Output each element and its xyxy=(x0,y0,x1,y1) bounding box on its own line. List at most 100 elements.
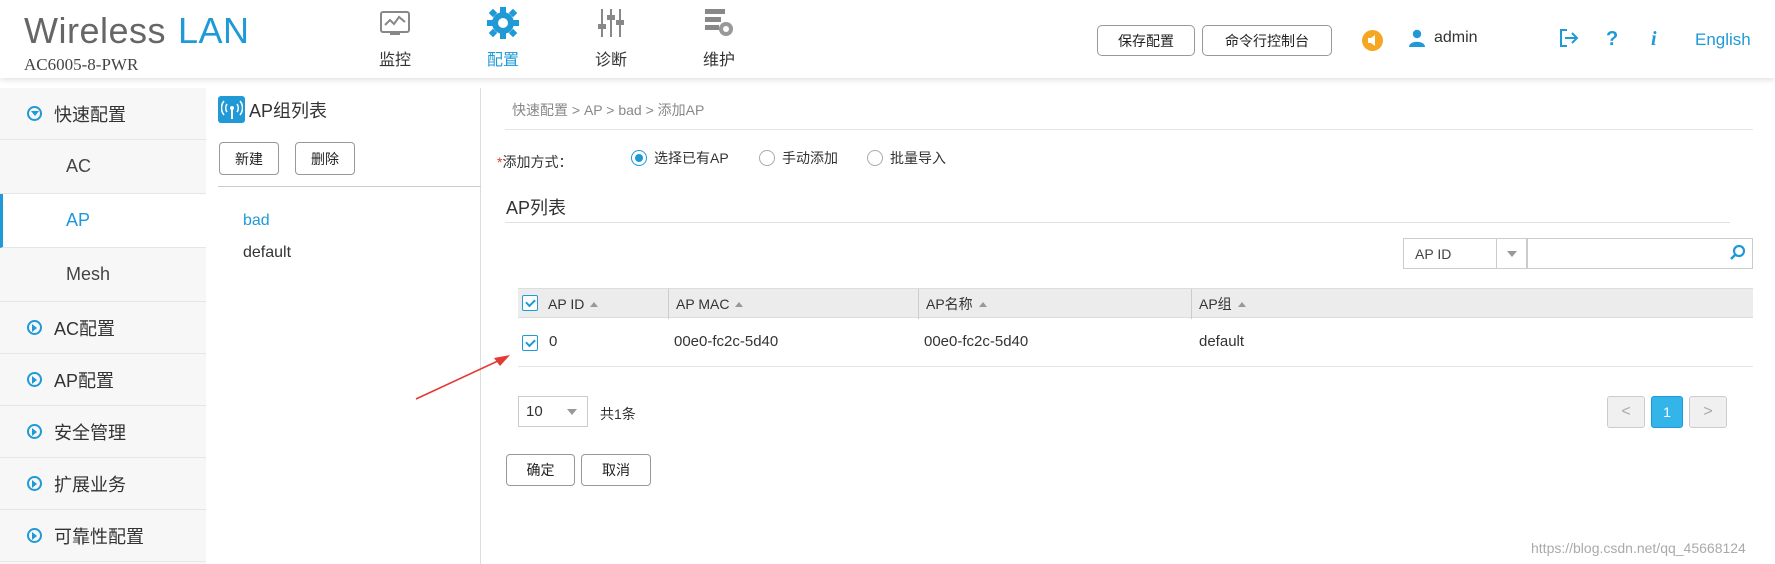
info-icon[interactable]: i xyxy=(1651,28,1657,51)
column-ap-id[interactable]: AP ID xyxy=(541,289,681,319)
sidebar-item-security[interactable]: 安全管理 xyxy=(0,406,206,458)
sidebar-item-extended[interactable]: 扩展业务 xyxy=(0,458,206,510)
search-input[interactable] xyxy=(1527,238,1753,269)
username: admin xyxy=(1434,29,1478,46)
nav-monitor-label: 监控 xyxy=(378,52,411,69)
sidebar-item-reliability[interactable]: 可靠性配置 xyxy=(0,510,206,562)
radio-label: 选择已有AP xyxy=(654,150,729,166)
logout-icon[interactable] xyxy=(1558,28,1580,54)
sidebar-item-label: 快速配置 xyxy=(54,104,126,125)
radio-dot xyxy=(759,150,775,166)
nav-monitor[interactable]: 监控 xyxy=(360,6,430,70)
ap-group-panel: AP组列表 新建 删除 bad default xyxy=(206,88,481,564)
sidebar-item-mesh[interactable]: Mesh xyxy=(0,248,206,302)
page-1-button[interactable]: 1 xyxy=(1651,396,1683,428)
cell-ap-id: 0 xyxy=(549,333,558,350)
save-config-button[interactable]: 保存配置 xyxy=(1097,25,1195,56)
sidebar-item-ap-config[interactable]: AP配置 xyxy=(0,354,206,406)
row-checkbox[interactable] xyxy=(522,335,538,351)
cell-ap-mac: 00e0-fc2c-5d40 xyxy=(674,333,779,350)
app-window: Wireless LAN AC6005-8-PWR 监控 配置 诊断 维护 保存配… xyxy=(0,0,1775,564)
sidebar-item-label: 安全管理 xyxy=(54,422,126,443)
sliders-icon xyxy=(598,9,624,37)
radio-label: 手动添加 xyxy=(782,150,838,166)
group-item-bad[interactable]: bad xyxy=(243,212,270,230)
radio-manual-add[interactable]: 手动添加 xyxy=(759,148,838,168)
sidebar-item-label: 可靠性配置 xyxy=(54,526,144,547)
new-group-button[interactable]: 新建 xyxy=(219,142,279,175)
nav-diagnose-label: 诊断 xyxy=(594,52,627,69)
cell-ap-name: 00e0-fc2c-5d40 xyxy=(924,333,1029,350)
page-size-select[interactable]: 10 xyxy=(518,396,588,427)
breadcrumb: 快速配置 > AP > bad > 添加AP xyxy=(512,102,705,118)
cli-console-button[interactable]: 命令行控制台 xyxy=(1202,25,1332,56)
column-ap-mac[interactable]: AP MAC xyxy=(668,289,918,319)
sort-icon xyxy=(978,301,987,307)
nav-diagnose[interactable]: 诊断 xyxy=(576,6,646,70)
nav-config[interactable]: 配置 xyxy=(468,6,538,70)
add-method-text: 添加方式： xyxy=(502,154,573,170)
sort-icon xyxy=(590,301,599,307)
section-title: AP列表 xyxy=(506,198,567,218)
sidebar-item-label: 扩展业务 xyxy=(54,474,126,495)
brand-lan: LAN xyxy=(178,10,250,51)
sort-icon xyxy=(1237,301,1246,307)
group-item-default[interactable]: default xyxy=(243,244,291,262)
user-menu[interactable]: admin xyxy=(1409,29,1478,47)
divider xyxy=(505,222,1730,223)
select-all-checkbox[interactable] xyxy=(522,295,538,311)
chevron-down-icon xyxy=(557,397,587,426)
sidebar-item-label: AP配置 xyxy=(54,370,115,391)
sidebar-item-ac-config[interactable]: AC配置 xyxy=(0,302,206,354)
radio-select-existing[interactable]: 选择已有AP xyxy=(631,148,729,168)
filter-field-value: AP ID xyxy=(1415,245,1452,262)
gear-icon xyxy=(487,7,519,39)
column-ap-name[interactable]: AP名称 xyxy=(918,289,1191,319)
confirm-button[interactable]: 确定 xyxy=(506,454,575,486)
search-icon[interactable] xyxy=(1729,244,1746,261)
sidebar-item-quick-config[interactable]: 快速配置 xyxy=(0,88,206,140)
divider xyxy=(505,129,1753,130)
ap-group-title: AP组列表 xyxy=(218,96,327,123)
monitor-icon xyxy=(380,11,410,35)
expand-icon xyxy=(27,372,42,387)
nav-maintain[interactable]: 维护 xyxy=(684,6,754,70)
radio-dot xyxy=(631,150,647,166)
brand-logo: Wireless LAN xyxy=(24,10,250,52)
chevron-down-icon xyxy=(1496,239,1526,268)
language-switch[interactable]: English xyxy=(1695,30,1751,50)
top-header: Wireless LAN AC6005-8-PWR 监控 配置 诊断 维护 保存配… xyxy=(0,0,1775,78)
filter-field-select[interactable]: AP ID xyxy=(1403,238,1527,269)
total-count: 共1条 xyxy=(600,406,636,422)
sort-icon xyxy=(735,301,744,307)
user-icon xyxy=(1409,29,1425,47)
expand-icon xyxy=(27,424,42,439)
expand-icon xyxy=(27,528,42,543)
delete-group-button[interactable]: 删除 xyxy=(295,142,355,175)
sidebar-item-ap[interactable]: AP xyxy=(0,194,206,248)
next-page-button[interactable]: > xyxy=(1689,396,1727,428)
radio-dot xyxy=(867,150,883,166)
cell-ap-group: default xyxy=(1199,333,1245,350)
alarm-speaker-icon[interactable] xyxy=(1362,30,1383,51)
collapse-icon xyxy=(27,106,42,121)
help-icon[interactable]: ? xyxy=(1606,28,1618,51)
cancel-button[interactable]: 取消 xyxy=(581,454,651,486)
column-label: AP ID xyxy=(548,296,585,312)
device-model: AC6005-8-PWR xyxy=(24,55,139,74)
sidebar-item-ac[interactable]: AC xyxy=(0,140,206,194)
watermark: https://blog.csdn.net/qq_45668124 xyxy=(1531,540,1746,556)
column-ap-group[interactable]: AP组 xyxy=(1191,289,1491,319)
page-size-value: 10 xyxy=(526,403,543,420)
radio-batch-import[interactable]: 批量导入 xyxy=(867,148,946,168)
prev-page-button[interactable]: < xyxy=(1607,396,1645,428)
sidebar-item-label: AC配置 xyxy=(54,318,116,339)
column-label: AP组 xyxy=(1199,296,1232,312)
maintenance-icon xyxy=(705,9,733,36)
table-header: AP ID AP MAC AP名称 AP组 xyxy=(518,288,1753,319)
brand-word: Wireless xyxy=(24,10,167,51)
divider xyxy=(218,186,481,187)
table-row[interactable]: 0 00e0-fc2c-5d40 00e0-fc2c-5d40 default xyxy=(518,318,1753,367)
radio-label: 批量导入 xyxy=(890,150,946,166)
nav-maintain-label: 维护 xyxy=(702,52,735,69)
